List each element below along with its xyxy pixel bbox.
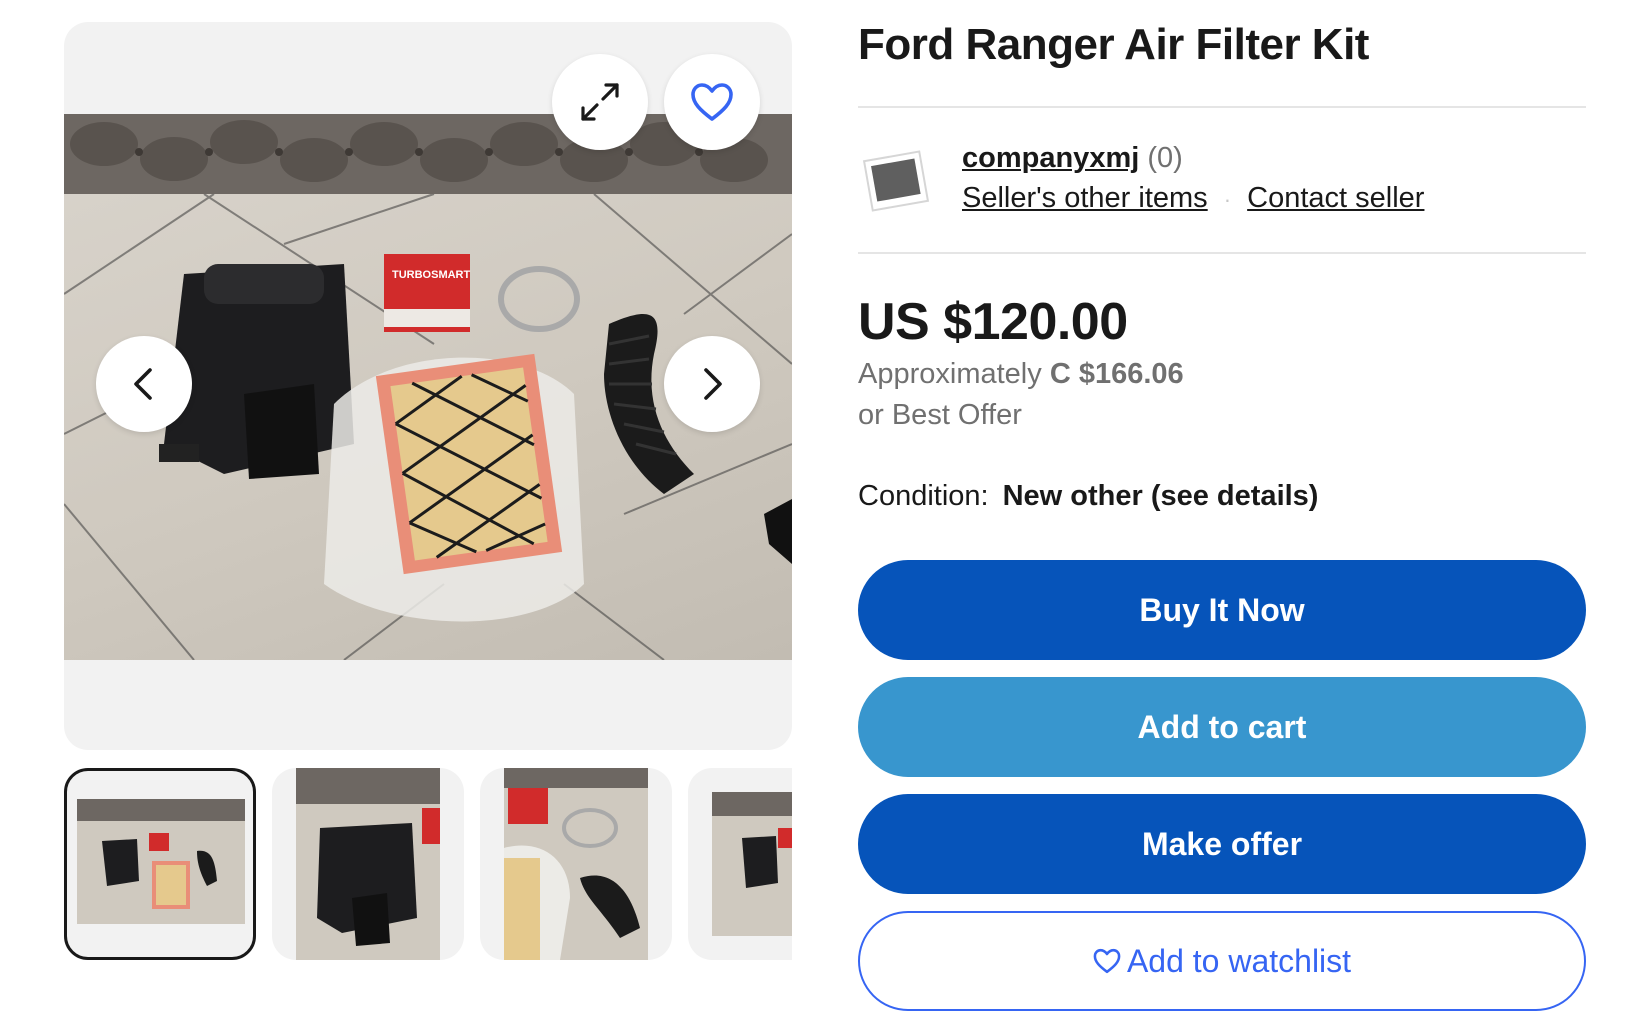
next-image-button[interactable]	[664, 336, 760, 432]
thumbnail-3[interactable]	[480, 768, 672, 960]
chevron-right-icon	[704, 368, 722, 400]
expand-button[interactable]	[552, 54, 648, 150]
separator-dot: ·	[1223, 187, 1232, 212]
add-to-watchlist-button[interactable]: Add to watchlist	[858, 911, 1586, 1011]
chevron-left-icon	[134, 368, 152, 400]
condition-label: Condition:	[858, 480, 989, 512]
watch-heart-button[interactable]	[664, 54, 760, 150]
seller-name-link[interactable]: companyxmj	[962, 142, 1139, 174]
expand-icon	[581, 83, 619, 121]
buy-it-now-label: Buy It Now	[1139, 591, 1305, 628]
make-offer-button[interactable]: Make offer	[858, 794, 1586, 894]
thumbnail-strip	[64, 768, 792, 960]
divider	[858, 106, 1586, 108]
approx-value: C $166.06	[1049, 358, 1184, 390]
add-to-cart-button[interactable]: Add to cart	[858, 677, 1586, 777]
seller-avatar-icon[interactable]	[862, 148, 934, 220]
image-gallery: TURBOSMART	[64, 22, 792, 750]
thumbnail-1[interactable]	[64, 768, 256, 960]
seller-name-row: companyxmj (0)	[962, 142, 1183, 175]
heart-icon	[1093, 948, 1121, 974]
thumbnail-image	[77, 799, 245, 924]
contact-seller-link[interactable]: Contact seller	[1247, 182, 1424, 214]
thumbnail-image	[296, 768, 440, 960]
listing-title: Ford Ranger Air Filter Kit	[858, 20, 1369, 69]
add-to-watchlist-label: Add to watchlist	[1126, 942, 1352, 979]
heart-icon	[691, 83, 733, 121]
condition-value[interactable]: New other (see details)	[1003, 480, 1319, 512]
seller-other-items-link[interactable]: Seller's other items	[962, 182, 1208, 214]
best-offer-note: or Best Offer	[858, 399, 1022, 431]
thumbnail-image	[712, 792, 792, 936]
thumbnail-4[interactable]	[688, 768, 792, 960]
make-offer-label: Make offer	[1141, 825, 1303, 862]
buy-it-now-button[interactable]: Buy It Now	[858, 560, 1586, 660]
seller-links-row: Seller's other items · Contact seller	[962, 182, 1424, 215]
approx-prefix: Approximately	[858, 358, 1050, 390]
divider	[858, 252, 1586, 254]
seller-feedback-count: (0)	[1147, 142, 1183, 174]
thumbnail-image	[504, 768, 648, 960]
thumbnail-2[interactable]	[272, 768, 464, 960]
condition-row: Condition: New other (see details)	[858, 480, 1318, 513]
box-brand-text: TURBOSMART	[392, 269, 470, 281]
price: US $120.00	[858, 293, 1128, 351]
approximate-price: Approximately C $166.06	[858, 358, 1184, 391]
add-to-cart-label: Add to cart	[1137, 708, 1307, 745]
previous-image-button[interactable]	[96, 336, 192, 432]
